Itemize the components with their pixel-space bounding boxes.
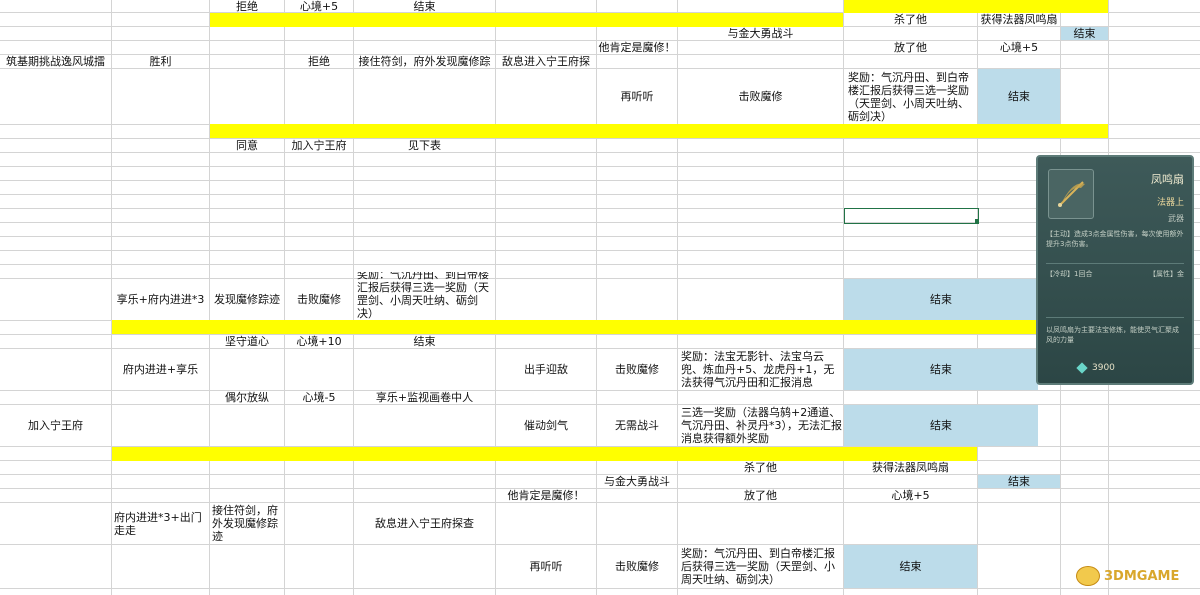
cell[interactable]: 加入宁王府 — [0, 405, 111, 446]
yellow-separator — [210, 13, 843, 27]
cell[interactable]: 筑基期挑战逸风城擂 — [0, 55, 111, 68]
spirit-stone-icon — [1076, 362, 1088, 374]
watermark-text: 3DMGAME — [1104, 568, 1180, 584]
cell[interactable]: 偶尔放纵 — [210, 391, 284, 404]
cell[interactable]: 击败魔修 — [285, 279, 353, 320]
watermark: 3DMGAME — [1076, 566, 1179, 586]
cell[interactable]: 同意 — [210, 139, 284, 152]
cell[interactable]: 他肯定是魔修！ — [597, 41, 677, 54]
divider — [1046, 263, 1184, 264]
cell[interactable]: 结束 — [354, 0, 495, 12]
cell[interactable]: 发现魔修踪迹 — [210, 279, 284, 320]
grid-row-line — [0, 488, 1200, 489]
spreadsheet: 拒绝 心境+5 结束 杀了他 获得法器凤鸣扇 与金大勇战斗 结束 他肯定是魔修！… — [0, 0, 1200, 595]
item-stats: 【冷却】1回合 【属性】金 — [1046, 269, 1184, 279]
grid-row-line — [0, 236, 1200, 237]
divider — [1046, 317, 1184, 318]
cell[interactable]: 接住符剑，府外发现魔修踪 — [354, 55, 495, 68]
cell[interactable]: 拒绝 — [210, 0, 284, 12]
cell[interactable]: 奖励：气沉丹田、到白帝楼汇报后获得三选一奖励（天罡剑、小周天吐纳、砺剑决） — [681, 545, 842, 588]
selected-cell[interactable] — [844, 208, 979, 224]
cell[interactable]: 结束 — [978, 69, 1060, 124]
cell[interactable]: 放了他 — [678, 489, 843, 502]
cell[interactable]: 出手迎敌 — [496, 349, 596, 390]
grid-col-line — [495, 0, 496, 595]
cell[interactable]: 心境-5 — [285, 391, 353, 404]
cell[interactable]: 与金大勇战斗 — [678, 27, 843, 40]
grid-row-line — [0, 166, 1200, 167]
grid-row-line — [0, 222, 1200, 223]
cell[interactable]: 奖励：气沉丹田、到白帝楼汇报后获得三选一奖励（天罡剑、小周天吐纳、砺剑决） — [848, 69, 976, 124]
item-type: 武器 — [1168, 214, 1184, 223]
cell[interactable]: 坚守道心 — [210, 335, 284, 348]
grid-row-line — [0, 334, 1200, 335]
fan-icon — [1048, 169, 1094, 219]
grid-row-line — [0, 588, 1200, 589]
cell[interactable]: 杀了他 — [844, 13, 977, 26]
cell[interactable]: 胜利 — [112, 55, 209, 68]
cell[interactable]: 奖励：气沉丹田、到白帝楼汇报后获得三选一奖励（天罡剑、小周天吐纳、砺剑决） — [357, 272, 494, 320]
item-grade: 法器上 — [1156, 198, 1184, 208]
cell[interactable]: 杀了他 — [678, 461, 843, 474]
cell[interactable]: 心境+10 — [285, 335, 353, 348]
cell[interactable]: 结束 — [844, 545, 977, 588]
cell[interactable]: 府内进进+享乐 — [112, 349, 209, 390]
grid-row-line — [0, 194, 1200, 195]
yellow-separator — [844, 0, 1108, 13]
yellow-separator — [112, 447, 977, 461]
fill-handle[interactable] — [975, 219, 979, 223]
cell[interactable]: 加入宁王府 — [285, 139, 353, 152]
cell[interactable]: 敌息进入宁王府探查 — [354, 503, 495, 544]
cell[interactable]: 结束 — [354, 335, 495, 348]
grid-row-line — [0, 390, 1200, 391]
cell[interactable]: 享乐+府内进进*3 — [112, 279, 209, 320]
grid-row-line — [0, 152, 1200, 153]
cell[interactable]: 拒绝 — [285, 55, 353, 68]
cell[interactable]: 接住符剑，府外发现魔修踪迹 — [212, 503, 283, 544]
grid-row-line — [0, 138, 1200, 139]
grid-row-line — [0, 250, 1200, 251]
yellow-separator — [112, 320, 1038, 334]
cell[interactable]: 获得法器凤鸣扇 — [978, 13, 1060, 26]
item-name: 凤鸣扇 — [1151, 173, 1184, 186]
cell[interactable]: 结束 — [844, 405, 1038, 446]
grid-row-line — [0, 208, 1200, 209]
cell[interactable]: 与金大勇战斗 — [597, 475, 677, 488]
cell[interactable]: 奖励：法宝无影针、法宝乌云兜、炼血丹+5、龙虎丹+1，无法获得气沉丹田和汇报消息 — [681, 349, 842, 390]
cell[interactable]: 见下表 — [354, 139, 495, 152]
item-cooldown: 【冷却】1回合 — [1046, 270, 1093, 278]
cell[interactable]: 无需战斗 — [597, 405, 677, 446]
cell[interactable]: 再听听 — [496, 545, 596, 588]
cell[interactable]: 享乐+监视画卷中人 — [354, 391, 495, 404]
cell[interactable]: 击败魔修 — [678, 69, 843, 124]
cell[interactable]: 心境+5 — [285, 0, 353, 12]
cell[interactable]: 再听听 — [597, 69, 677, 124]
grid-row-line — [0, 180, 1200, 181]
cell[interactable]: 结束 — [844, 279, 1038, 320]
3dm-logo-icon — [1076, 566, 1100, 586]
cell[interactable]: 结束 — [978, 475, 1060, 488]
item-card: 凤鸣扇 法器上 武器 【主动】造成3点金属性伤害，每次使用额外提升3点伤害。 【… — [1036, 155, 1194, 385]
cell[interactable]: 三选一奖励（法器乌鸫+2通道、气沉丹田、补灵丹*3），无法汇报消息获得额外奖励 — [681, 405, 842, 446]
item-element: 【属性】金 — [1149, 270, 1184, 278]
cell[interactable]: 催动剑气 — [496, 405, 596, 446]
grid-row-line — [0, 264, 1200, 265]
cell[interactable]: 击败魔修 — [597, 349, 677, 390]
item-footer: 以凤鸣扇为主要法宝修炼，能使灵气汇聚成风的力量 — [1046, 326, 1179, 344]
cell[interactable]: 心境+5 — [844, 489, 977, 502]
cell[interactable]: 敌息进入宁王府探 — [496, 55, 596, 68]
cell[interactable]: 放了他 — [844, 41, 977, 54]
cell[interactable]: 结束 — [1061, 27, 1108, 40]
item-description: 【主动】造成3点金属性伤害，每次使用额外提升3点伤害。 — [1046, 230, 1184, 248]
item-price-value: 3900 — [1092, 363, 1115, 373]
cell[interactable]: 获得法器凤鸣扇 — [844, 461, 977, 474]
cell[interactable]: 击败魔修 — [597, 545, 677, 588]
cell[interactable]: 他肯定是魔修！ — [496, 489, 596, 502]
cell[interactable]: 心境+5 — [978, 41, 1060, 54]
item-price: 3900 — [1076, 362, 1115, 374]
yellow-separator — [210, 124, 1108, 138]
cell[interactable]: 结束 — [844, 349, 1038, 390]
cell[interactable]: 府内进进*3+出门走走 — [114, 503, 208, 544]
